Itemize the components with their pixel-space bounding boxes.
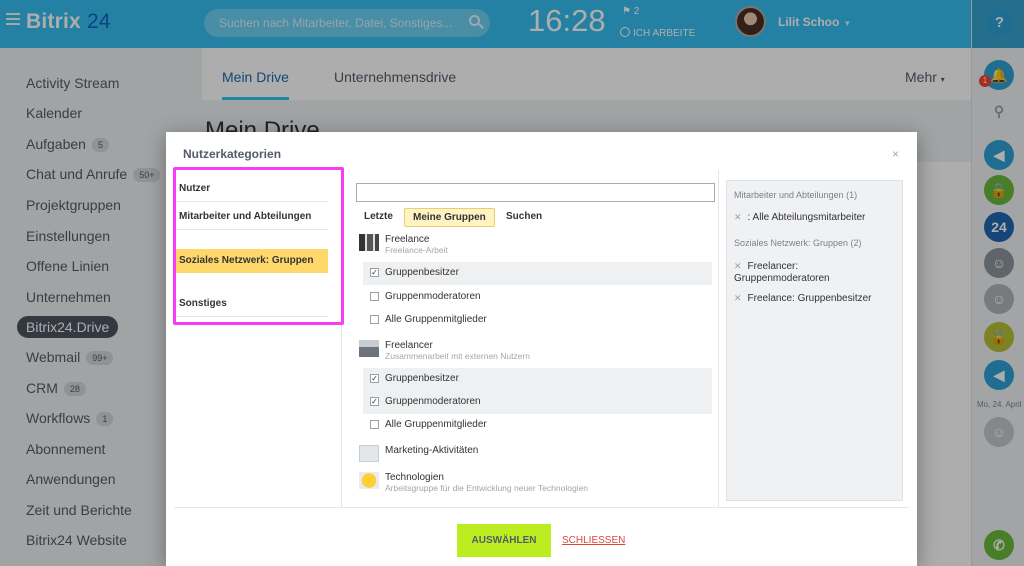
checkbox[interactable]: ✓	[370, 397, 379, 406]
selected-item: ✕: Alle Abteilungsmitarbeiter	[734, 212, 866, 223]
remove-icon[interactable]: ✕	[734, 293, 742, 303]
close-button[interactable]: SCHLIESSEN	[562, 535, 625, 546]
highlight-frame	[173, 167, 344, 325]
checkbox[interactable]: ✓	[370, 374, 379, 383]
tab-letzte[interactable]: Letzte	[356, 208, 401, 225]
search-input[interactable]	[356, 183, 715, 202]
dialog-title: Nutzerkategorien	[183, 147, 282, 161]
group-avatar	[359, 234, 379, 251]
checkbox[interactable]	[370, 315, 379, 324]
option-owners[interactable]: ✓ Gruppenbesitzer	[363, 368, 712, 391]
option-members[interactable]: Alle Gruppenmitglieder	[363, 309, 712, 332]
selected-item: ✕ Freelance: Gruppenbesitzer	[734, 293, 872, 304]
selected-item: ✕ Freelancer: Gruppenmoderatoren	[734, 261, 830, 284]
group-avatar	[359, 445, 379, 462]
close-icon[interactable]: ×	[892, 147, 899, 161]
option-moderators[interactable]: Gruppenmoderatoren	[363, 286, 712, 309]
select-button[interactable]: AUSWÄHLEN	[457, 524, 551, 557]
option-moderators[interactable]: ✓ Gruppenmoderatoren	[363, 391, 712, 414]
checkbox[interactable]: ✓	[370, 268, 379, 277]
option-owners[interactable]: ✓ Gruppenbesitzer	[363, 262, 712, 285]
remove-icon[interactable]: ✕	[734, 261, 742, 271]
checkbox[interactable]	[370, 292, 379, 301]
selected-header-employees: Mitarbeiter und Abteilungen (1)	[734, 190, 858, 200]
tab-suchen[interactable]: Suchen	[498, 208, 550, 225]
tab-meine-gruppen[interactable]: Meine Gruppen	[404, 208, 495, 227]
group-avatar	[359, 472, 379, 489]
selected-header-groups: Soziales Netzwerk: Gruppen (2)	[734, 238, 862, 248]
option-members[interactable]: Alle Gruppenmitglieder	[363, 414, 712, 437]
remove-icon[interactable]: ✕	[734, 212, 742, 222]
checkbox[interactable]	[370, 420, 379, 429]
selected-panel: Mitarbeiter und Abteilungen (1) ✕: Alle …	[726, 180, 903, 501]
group-avatar	[359, 340, 379, 357]
